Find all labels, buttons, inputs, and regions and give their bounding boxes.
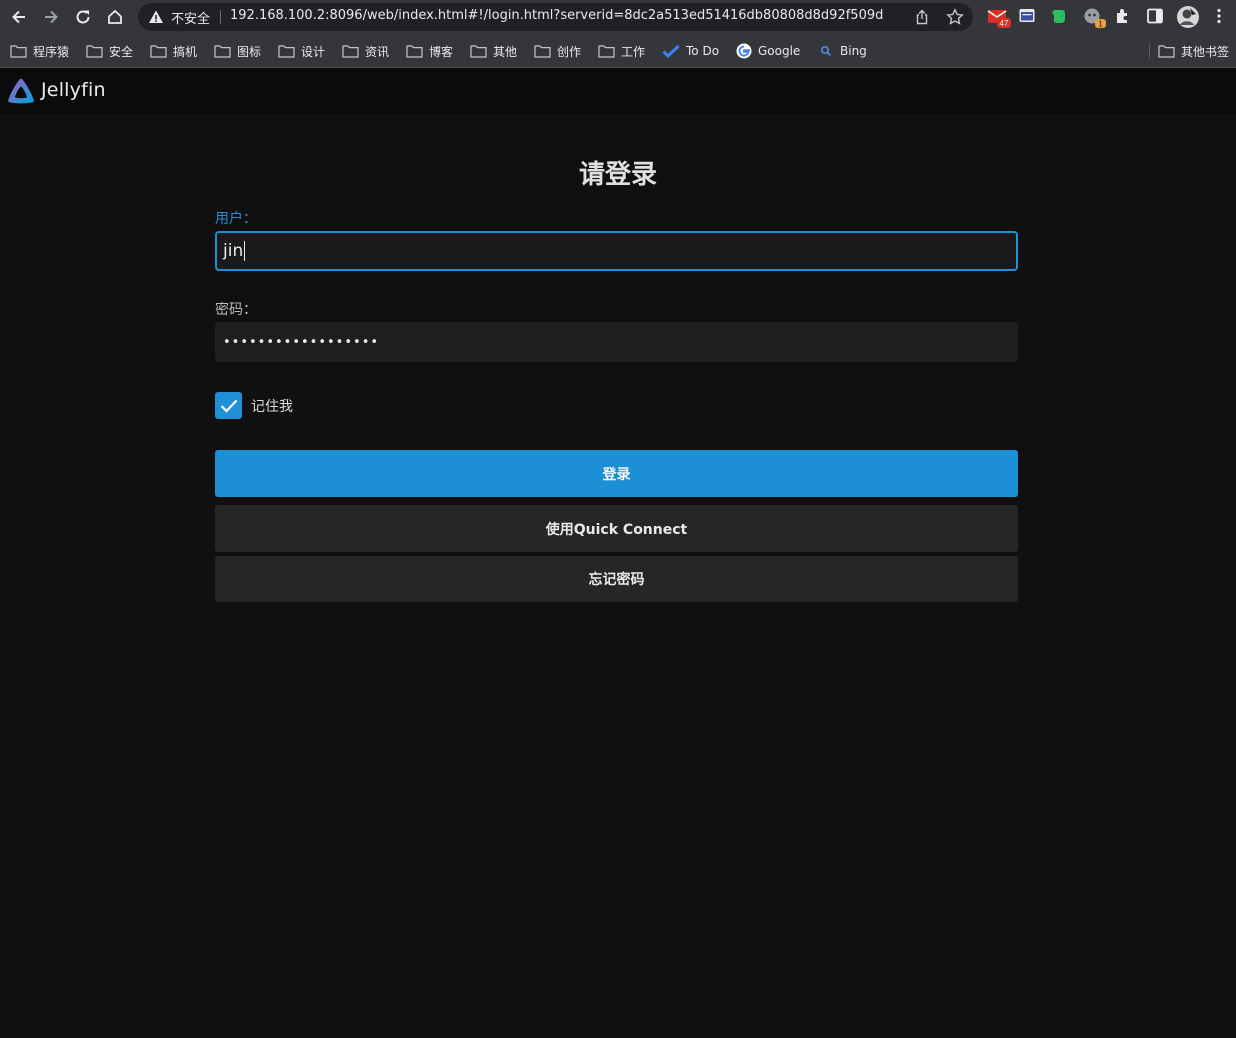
app-name[interactable]: Jellyfin [41,79,106,101]
text-cursor [244,241,246,261]
reload-button[interactable] [71,5,95,29]
bookmark-label: 安全 [109,44,134,59]
omnibox-divider [220,10,221,24]
home-button[interactable] [103,5,127,29]
window-extension-icon[interactable] [1018,7,1038,27]
bookmarks-divider [1149,43,1150,59]
profile-avatar-icon[interactable] [1176,5,1200,29]
home-icon [108,9,122,24]
arrow-right-icon [45,10,58,24]
folder-icon [10,45,27,58]
warning-icon[interactable] [148,9,164,25]
bookmark-folder[interactable]: 工作 [598,42,645,60]
folder-icon [534,45,551,58]
bookmark-folder[interactable]: 程序猿 [10,42,69,60]
bookmark-label: Bing [840,44,867,58]
folder-icon [342,45,359,58]
mail-extension-icon[interactable]: 47 [987,7,1011,28]
bookmark-link[interactable]: Bing [818,42,867,60]
bookmark-folder[interactable]: 设计 [278,42,325,60]
back-button[interactable] [7,5,31,29]
puzzle-icon[interactable] [1114,7,1134,27]
todo-icon [662,44,680,58]
bookmarks-bar: 程序猿 安全 搞机 图标 设计 资讯 博客 其他 创作 工作 To Do Goo… [0,34,1236,68]
folder-icon [278,45,295,58]
sidebar-icon[interactable] [1146,7,1166,27]
bookmark-link[interactable]: Google [736,42,800,60]
reload-icon [76,10,90,24]
bookmark-folder[interactable]: 安全 [86,42,133,60]
remember-me-label[interactable]: 记住我 [251,396,293,416]
bookmark-folder[interactable]: 资讯 [342,42,389,60]
folder-icon [214,45,231,58]
username-label: 用户： [215,211,257,227]
address-bar[interactable]: 不安全 192.168.100.2:8096/web/index.html#!/… [138,3,973,31]
bookmark-label: To Do [686,44,720,58]
page-title: 请登录 [578,160,657,190]
password-masked-value: •••••••••••••••••• [223,334,380,350]
bookmark-label: 其他 [493,44,518,59]
arrow-left-icon [12,10,25,24]
security-status[interactable]: 不安全 [171,8,210,27]
folder-icon [150,45,167,58]
login-page: 请登录 用户： jin 密码： •••••••••••••••••• 记住我 登… [0,114,1236,1038]
username-input[interactable]: jin [215,231,1018,271]
bookmark-folder[interactable]: 博客 [406,42,453,60]
search-icon [820,45,832,57]
bookmark-folder[interactable]: 搞机 [150,42,197,60]
folder-icon [406,45,423,58]
url-text[interactable]: 192.168.100.2:8096/web/index.html#!/logi… [230,8,902,23]
folder-icon [470,45,487,58]
quick-connect-button[interactable]: 使用Quick Connect [215,505,1018,552]
forward-button[interactable] [39,5,63,29]
bookmark-label: 其他书签 [1181,44,1230,59]
more-vert-icon[interactable] [1210,7,1230,27]
wechat-extension-icon[interactable]: 1 [1083,7,1106,29]
bookmark-label: 工作 [621,44,646,59]
remember-me-checkbox[interactable] [215,392,242,419]
browser-chrome: 不安全 192.168.100.2:8096/web/index.html#!/… [0,0,1236,68]
app-header: Jellyfin [0,68,1236,114]
bookmark-star-icon[interactable] [946,8,964,26]
bookmark-label: Google [758,44,801,58]
folder-icon [86,45,103,58]
bookmark-label: 程序猿 [33,44,70,59]
browser-toolbar: 不安全 192.168.100.2:8096/web/index.html#!/… [0,0,1236,34]
folder-icon [598,45,615,58]
bookmark-link[interactable]: To Do [662,42,719,60]
forgot-password-button[interactable]: 忘记密码 [215,556,1018,602]
username-value: jin [223,241,244,261]
bookmark-label: 图标 [237,44,262,59]
password-label: 密码： [215,302,257,318]
bookmark-folder[interactable]: 图标 [214,42,261,60]
google-icon [736,43,752,59]
login-button[interactable]: 登录 [215,450,1018,497]
bookmark-label: 博客 [429,44,454,59]
bookmark-folder[interactable]: 其他 [470,42,517,60]
checkmark-icon [220,399,237,413]
password-input[interactable]: •••••••••••••••••• [215,322,1018,362]
folder-icon [1158,45,1175,58]
bookmark-label: 搞机 [173,44,198,59]
bookmark-folder[interactable]: 创作 [534,42,581,60]
jellyfin-logo-icon[interactable] [6,77,36,105]
svg-text:1: 1 [1098,20,1103,29]
evernote-extension-icon[interactable] [1050,7,1070,27]
remember-me-row[interactable]: 记住我 [215,392,293,419]
bookmark-label: 设计 [301,44,326,59]
bookmark-label: 创作 [557,44,582,59]
share-icon[interactable] [914,9,930,25]
bookmark-label: 资讯 [365,44,390,59]
other-bookmarks-folder[interactable]: 其他书签 [1158,42,1229,60]
svg-text:47: 47 [1000,19,1009,28]
